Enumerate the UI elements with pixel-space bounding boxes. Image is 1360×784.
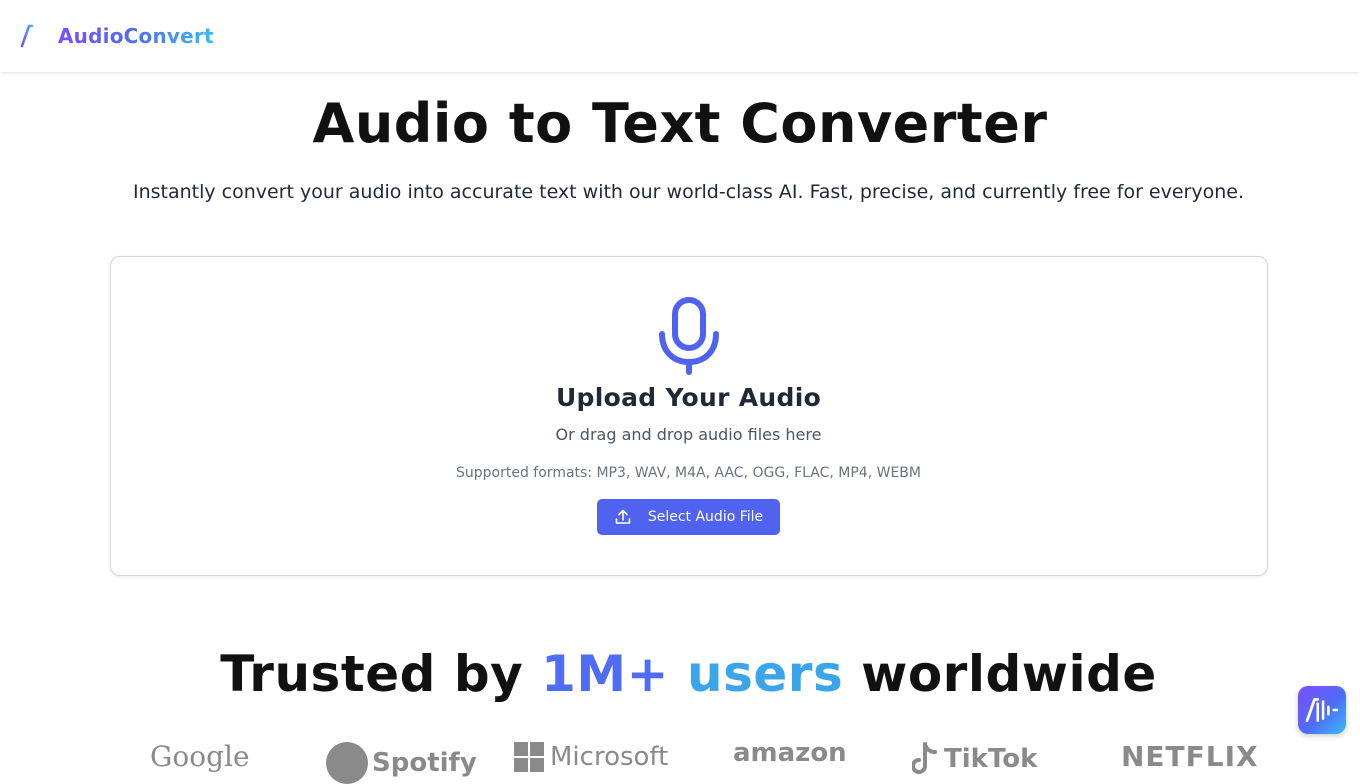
microsoft-logo-text: Microsoft xyxy=(550,742,669,772)
spotify-logo-text: Spotify xyxy=(372,748,477,778)
top-navbar: AudioConvert xyxy=(0,0,1360,72)
microphone-icon xyxy=(659,297,719,375)
select-audio-file-button[interactable]: Select Audio File xyxy=(597,499,780,535)
trusted-prefix: Trusted by xyxy=(220,645,524,703)
brand-name: AudioConvert xyxy=(58,24,214,48)
microsoft-grid-icon xyxy=(514,742,544,772)
tiktok-logo: TikTok xyxy=(912,742,1037,776)
page-subtitle: Instantly convert your audio into accura… xyxy=(132,181,1245,203)
trusted-heading: Trusted by 1M+ users worldwide xyxy=(0,645,1360,703)
spotify-logo: Spotify xyxy=(326,742,477,784)
google-logo: Google xyxy=(150,740,250,773)
trusted-suffix: worldwide xyxy=(861,645,1157,703)
page-title: Audio to Text Converter xyxy=(312,92,1048,155)
audio-wave-logo-icon xyxy=(1305,697,1339,723)
netflix-logo: NETFLIX xyxy=(1121,740,1259,773)
brand-link[interactable]: AudioConvert xyxy=(20,24,214,48)
tiktok-note-icon xyxy=(912,742,937,774)
trusted-highlight-count: 1M+ xyxy=(541,645,670,703)
drag-drop-hint: Or drag and drop audio files here xyxy=(555,425,822,444)
upload-title: Upload Your Audio xyxy=(555,383,822,412)
tiktok-logo-text: TikTok xyxy=(944,744,1038,774)
trusted-highlight-users: users xyxy=(687,645,844,703)
supported-formats-text: Supported formats: MP3, WAV, M4A, AAC, O… xyxy=(456,465,921,481)
microsoft-logo: Microsoft xyxy=(514,742,668,772)
upload-icon xyxy=(615,509,631,524)
select-audio-file-label: Select Audio File xyxy=(647,509,764,525)
spotify-circle-icon xyxy=(326,742,368,784)
audio-wave-logo-icon xyxy=(20,24,52,48)
floating-app-button[interactable] xyxy=(1298,686,1346,734)
partner-logos-strip: Google Spotify Microsoft amazon TikTok N… xyxy=(0,738,1360,784)
